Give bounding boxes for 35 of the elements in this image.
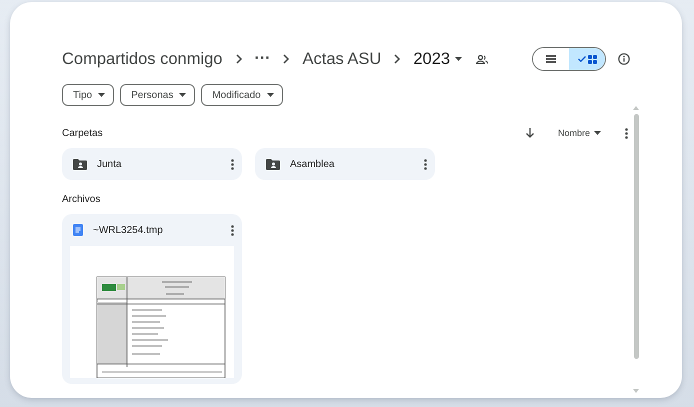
caret-icon (98, 93, 106, 97)
caret-icon (455, 57, 462, 61)
list-icon (546, 55, 556, 63)
filter-chip[interactable]: Modificado (201, 84, 283, 106)
scrollbar-thumb[interactable] (634, 114, 638, 359)
breadcrumb-link[interactable]: Compartidos conmigo (62, 50, 222, 68)
file-name: ~WRL3254.tmp (93, 224, 164, 236)
folder-card[interactable]: Junta (62, 148, 242, 180)
section-title: Archivos (62, 194, 100, 204)
filter-chip[interactable]: Personas (120, 84, 196, 106)
view-toggle-button[interactable] (569, 48, 605, 70)
more-options-icon[interactable] (424, 158, 427, 170)
section-title: Carpetas (62, 128, 103, 138)
arrow-down-icon[interactable] (526, 128, 534, 138)
sort-menu[interactable]: Nombre (552, 127, 607, 139)
caret-icon (179, 93, 186, 97)
more-options-icon[interactable] (231, 224, 234, 236)
breadcrumb-link[interactable]: Actas ASU (302, 50, 382, 68)
document-icon (73, 224, 83, 236)
shared-folder-icon (73, 158, 87, 170)
current-folder-menu[interactable]: 2023 (413, 50, 462, 68)
breadcrumb-ellipsis[interactable]: ··· (254, 50, 270, 68)
caret-icon (594, 131, 601, 135)
filter-chip[interactable]: Tipo (62, 84, 114, 106)
folder-card[interactable]: Asamblea (255, 148, 435, 180)
file-card[interactable]: ~WRL3254.tmp (62, 214, 242, 384)
folder-name: Asamblea (290, 158, 336, 170)
grid-icon (588, 54, 596, 64)
caret-icon (266, 93, 274, 97)
more-options-icon[interactable] (625, 128, 628, 138)
check-icon (578, 56, 586, 62)
folder-name: Junta (97, 158, 122, 170)
info-icon[interactable] (618, 53, 630, 65)
more-options-icon[interactable] (231, 158, 234, 170)
shared-folder-icon (266, 158, 280, 170)
